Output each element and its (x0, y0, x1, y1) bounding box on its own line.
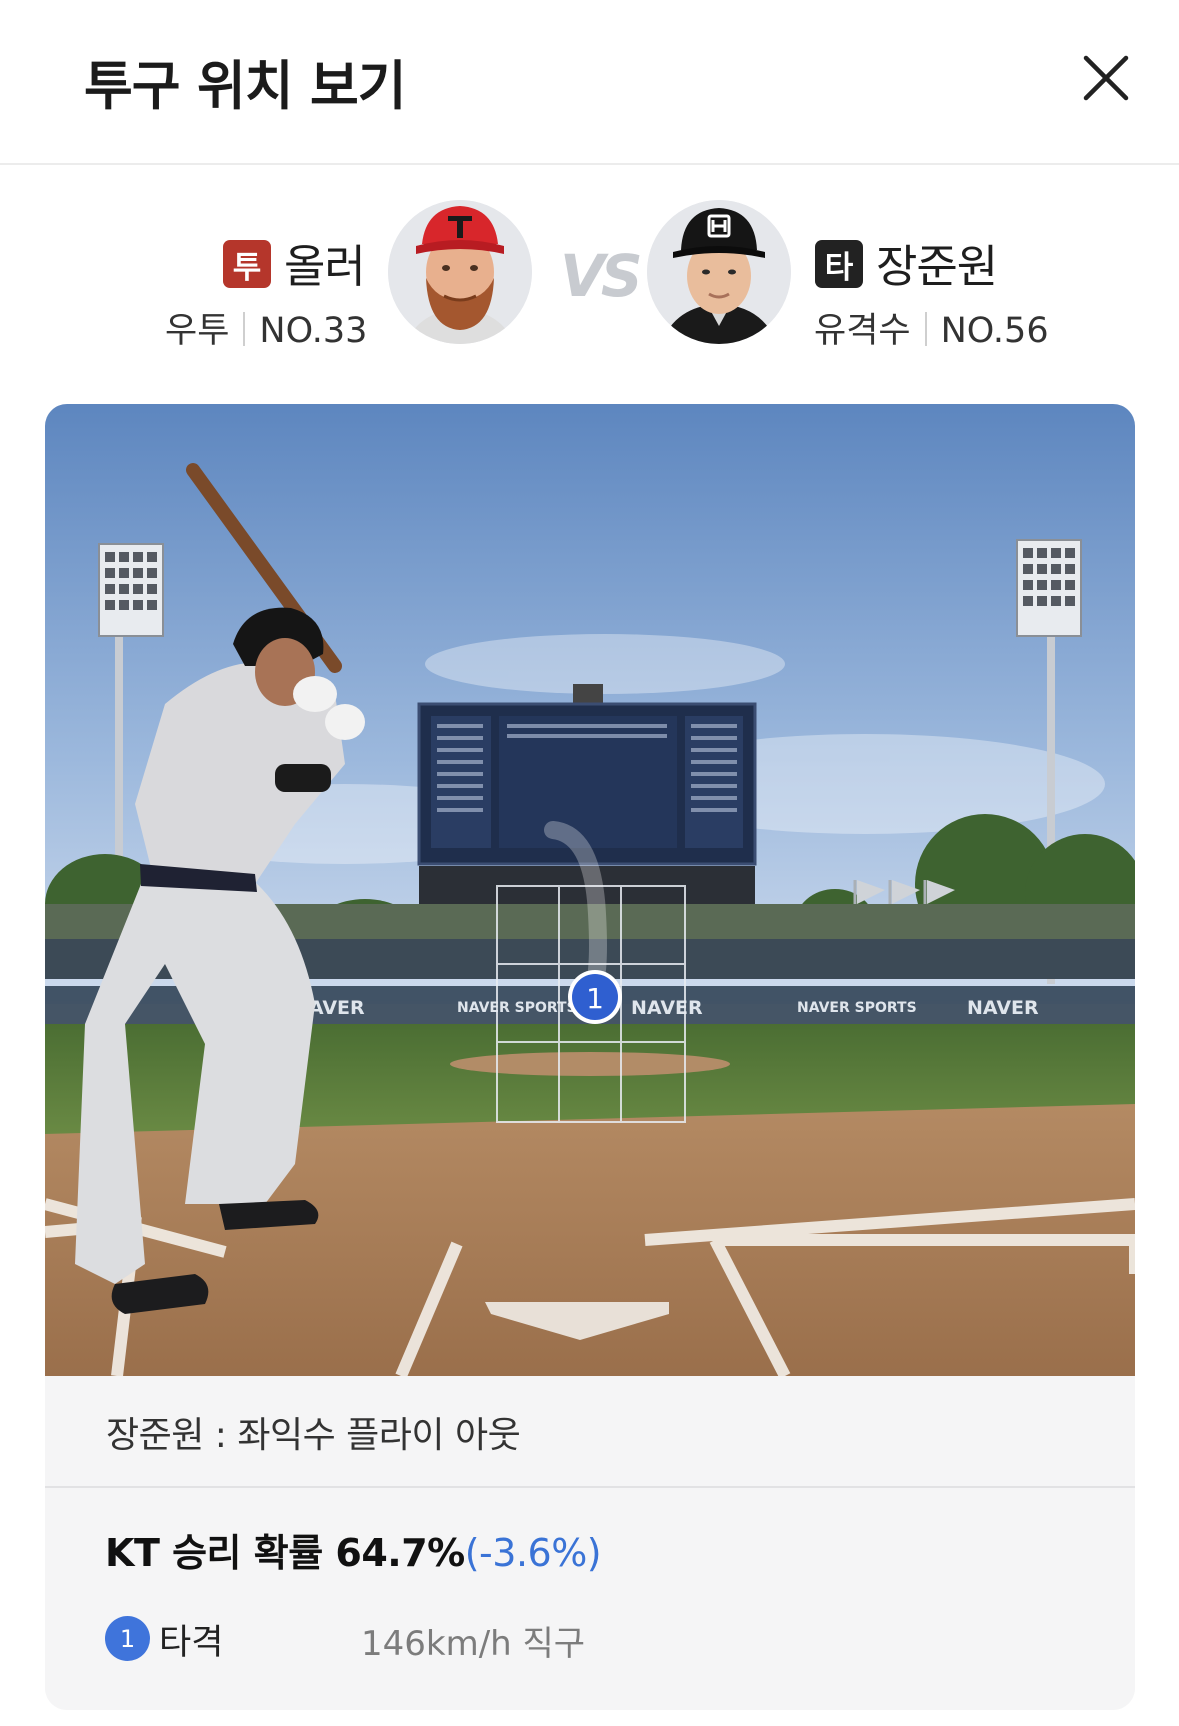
at-bat-result-text: 장준원 : 좌익수 플라이 아웃 (106, 1415, 521, 1456)
pitcher-avatar (388, 200, 532, 344)
win-probability-delta: (-3.6%) (464, 1531, 602, 1575)
batter-avatar (647, 200, 791, 344)
batter-number: NO.56 (940, 311, 1049, 351)
pitcher-number: NO.33 (259, 311, 368, 351)
batter-name: 장준원 (876, 240, 998, 293)
ad-board-text: NAVER SPORTS (797, 1000, 917, 1016)
pitch-number-badge: 1 (105, 1616, 150, 1661)
close-icon[interactable] (1078, 50, 1134, 106)
pitcher-meta: 우투 NO.33 (165, 302, 367, 353)
pitcher-badge: 투 (223, 240, 271, 288)
win-probability-label: KT 승리 확률 64.7% (105, 1531, 465, 1575)
win-probability-section: KT 승리 확률 64.7%(-3.6%) 1 타격 146km/h 직구 (45, 1490, 1135, 1710)
ad-board-text: NAVER (631, 997, 703, 1019)
at-bat-result: 장준원 : 좌익수 플라이 아웃 (45, 1376, 1135, 1488)
batter-position: 유격수 (814, 311, 911, 351)
pitch-speed: 146km/h (361, 1624, 512, 1664)
meta-divider (924, 312, 927, 346)
pitch-type: 직구 (522, 1624, 586, 1664)
pitcher-name: 올러 (284, 240, 366, 293)
vs-label: VS (560, 242, 643, 310)
ad-board-text: NAVER (967, 997, 1039, 1019)
pitch-card: NAVER NAVER SPORTS NAVER NAVER SPORTS NA… (45, 404, 1135, 1710)
pitch-marker[interactable]: 1 (568, 970, 622, 1024)
pitcher-hand: 우투 (165, 311, 230, 351)
batter-badge: 타 (815, 240, 863, 288)
batter-meta: 유격수 NO.56 (814, 302, 1049, 353)
pitch-result: 타격 (159, 1623, 224, 1663)
win-probability: KT 승리 확률 64.7%(-3.6%) (105, 1522, 602, 1577)
meta-divider (243, 312, 246, 346)
dialog-header: 투구 위치 보기 (0, 0, 1179, 165)
page-title: 투구 위치 보기 (84, 56, 406, 117)
matchup-section: 투 올러 우투 NO.33 VS 타 장준원 유격수 NO.56 (0, 190, 1179, 360)
pitchers-mound (450, 1052, 730, 1076)
pitch-detail: 146km/h 직구 (361, 1616, 585, 1665)
pitch-marker-number: 1 (586, 982, 604, 1015)
pitch-location-view: NAVER NAVER SPORTS NAVER NAVER SPORTS NA… (45, 404, 1135, 1376)
